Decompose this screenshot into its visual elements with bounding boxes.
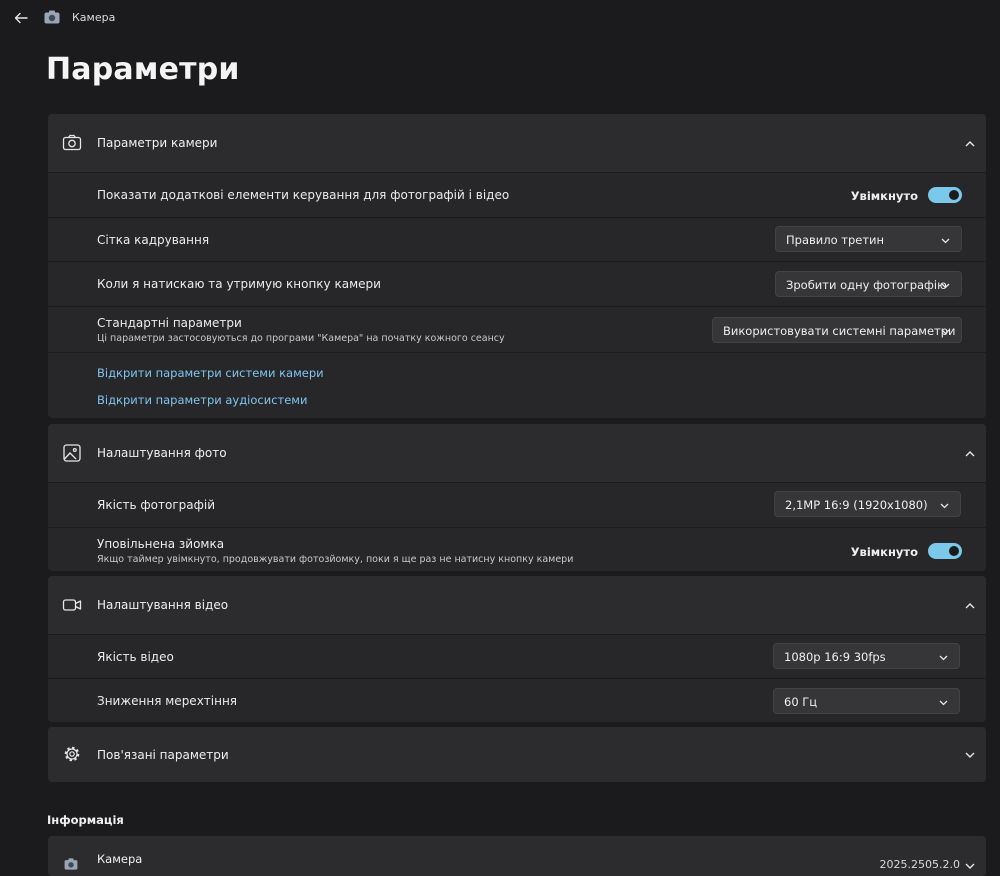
app-info-name: Камера [97,852,143,866]
chevron-down-icon[interactable] [964,749,976,761]
video-quality-dropdown[interactable]: 1080p 16:9 30fps [773,643,960,669]
photo-quality-label: Якість фотографій [97,498,215,512]
hold-button-value: Зробити одну фотографію [786,278,947,292]
video-quality-value: 1080p 16:9 30fps [784,650,886,664]
chevron-up-icon[interactable] [964,600,976,612]
related-settings-title: Пов'язані параметри [97,748,229,762]
chevron-down-icon[interactable] [964,860,976,872]
app-info-card: Камера 2025.2505.2.0 [48,836,986,876]
timelapse-label: Уповільнена зйомка [97,537,225,551]
toggle-knob [949,546,959,556]
video-settings-header[interactable]: Налаштування відео [48,576,986,634]
video-settings-title: Налаштування відео [97,598,229,612]
extra-controls-toggle-text: Увімкнуто [850,189,918,203]
flicker-reduction-value: 60 Гц [784,695,818,709]
photo-quality-value: 2,1MP 16:9 (1920x1080) [785,498,928,512]
chevron-down-icon [941,238,950,244]
related-settings-card: Пов'язані параметри [48,727,986,782]
framing-grid-value: Правило третин [786,233,885,247]
framing-grid-dropdown[interactable]: Правило третин [775,226,962,252]
video-settings-card: Налаштування відео Якість відео 1080p 16… [48,576,986,722]
photo-settings-title: Налаштування фото [97,446,227,460]
hold-button-label: Коли я натискаю та утримую кнопку камери [97,277,381,291]
photo-quality-dropdown[interactable]: 2,1MP 16:9 (1920x1080) [774,491,961,517]
extra-controls-row: Показати додаткові елементи керування дл… [48,172,986,217]
info-heading: Інформація [47,813,124,827]
links-row: Відкрити параметри системи камери Відкри… [48,352,986,418]
chevron-down-icon [939,700,948,706]
video-camera-icon [62,599,82,611]
camera-settings-card: Параметри камери Показати додаткові елем… [48,114,986,418]
chevron-down-icon [941,329,950,335]
chevron-down-icon [939,655,948,661]
default-settings-row: Стандартні параметри Ці параметри застос… [48,306,986,352]
title-bar: Камера [0,0,1000,36]
camera-icon [62,134,82,151]
hold-button-dropdown[interactable]: Зробити одну фотографію [775,271,962,297]
hold-button-row: Коли я натискаю та утримую кнопку камери… [48,261,986,306]
default-settings-value: Використовувати системні параметри [723,324,956,338]
photo-settings-header[interactable]: Налаштування фото [48,424,986,482]
gear-icon [64,746,80,762]
audio-system-settings-link[interactable]: Відкрити параметри аудіосистеми [97,393,307,407]
extra-controls-toggle[interactable] [928,187,962,203]
camera-app-icon [64,858,78,870]
chevron-up-icon[interactable] [964,448,976,460]
timelapse-description: Якщо таймер увімкнуто, продовжувати фото… [97,554,574,565]
camera-settings-header[interactable]: Параметри камери [48,114,986,172]
window-title: Камера [72,11,116,24]
related-settings-header[interactable]: Пов'язані параметри [48,727,986,782]
flicker-reduction-row: Зниження мерехтіння 60 Гц [48,678,986,722]
camera-settings-title: Параметри камери [97,136,218,150]
timelapse-toggle-text: Увімкнуто [850,545,918,559]
photo-quality-row: Якість фотографій 2,1MP 16:9 (1920x1080) [48,482,986,527]
chevron-down-icon [940,503,949,509]
framing-grid-row: Сітка кадрування Правило третин [48,217,986,261]
toggle-knob [949,190,959,200]
back-arrow-icon[interactable] [12,9,30,27]
video-quality-row: Якість відео 1080p 16:9 30fps [48,634,986,678]
flicker-reduction-dropdown[interactable]: 60 Гц [773,688,960,714]
video-quality-label: Якість відео [97,650,174,664]
chevron-down-icon [941,283,950,289]
camera-app-icon [44,10,60,24]
default-settings-dropdown[interactable]: Використовувати системні параметри [712,317,962,343]
page-title: Параметри [46,52,240,87]
flicker-reduction-label: Зниження мерехтіння [97,694,238,708]
app-info-header[interactable]: Камера 2025.2505.2.0 [48,836,986,876]
app-version: 2025.2505.2.0 [879,858,960,871]
default-settings-description: Ці параметри застосовуються до програми … [97,333,505,344]
timelapse-toggle[interactable] [928,543,962,559]
chevron-up-icon[interactable] [964,138,976,150]
photo-settings-card: Налаштування фото Якість фотографій 2,1M… [48,424,986,571]
framing-grid-label: Сітка кадрування [97,233,210,247]
timelapse-row: Уповільнена зйомка Якщо таймер увімкнуто… [48,527,986,571]
extra-controls-label: Показати додаткові елементи керування дл… [97,188,510,202]
image-icon [63,444,81,462]
camera-system-settings-link[interactable]: Відкрити параметри системи камери [97,366,324,380]
default-settings-label: Стандартні параметри [97,316,242,330]
